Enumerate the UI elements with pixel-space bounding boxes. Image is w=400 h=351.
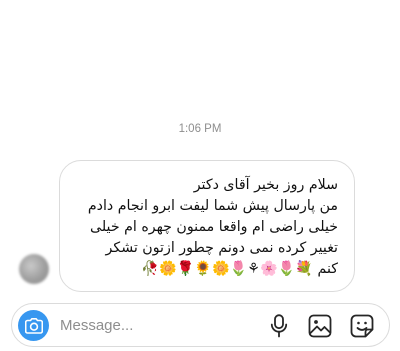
gallery-button[interactable]: [307, 313, 333, 339]
message-input[interactable]: [60, 314, 250, 336]
message-line: خیلی راضی ام واقعا ممنون چهره ام خیلی: [90, 219, 338, 235]
message-line: سلام روز بخیر آقای دکتر: [193, 177, 338, 193]
sticker-button[interactable]: [349, 313, 375, 339]
sticker-icon: [350, 314, 374, 338]
camera-icon: [24, 317, 43, 334]
voice-message-button[interactable]: [266, 313, 292, 339]
message-bubble[interactable]: سلام روز بخیر آقای دکتر من پارسال پیش شم…: [59, 160, 355, 292]
message-line: کنم 💐🌷🌸⚘🌷🌼🌻🌹🌼🥀: [141, 261, 338, 277]
microphone-icon: [270, 314, 288, 338]
message-line: تغییر کرده نمی دونم چطور ازتون تشکر: [105, 240, 338, 256]
sender-avatar[interactable]: [19, 254, 49, 284]
gallery-icon: [308, 314, 332, 338]
message-line: من پارسال پیش شما لیفت ابرو انجام دادم: [87, 198, 338, 214]
camera-button[interactable]: [18, 310, 49, 341]
message-timestamp: 1:06 PM: [178, 123, 222, 135]
message-composer: [11, 303, 390, 347]
